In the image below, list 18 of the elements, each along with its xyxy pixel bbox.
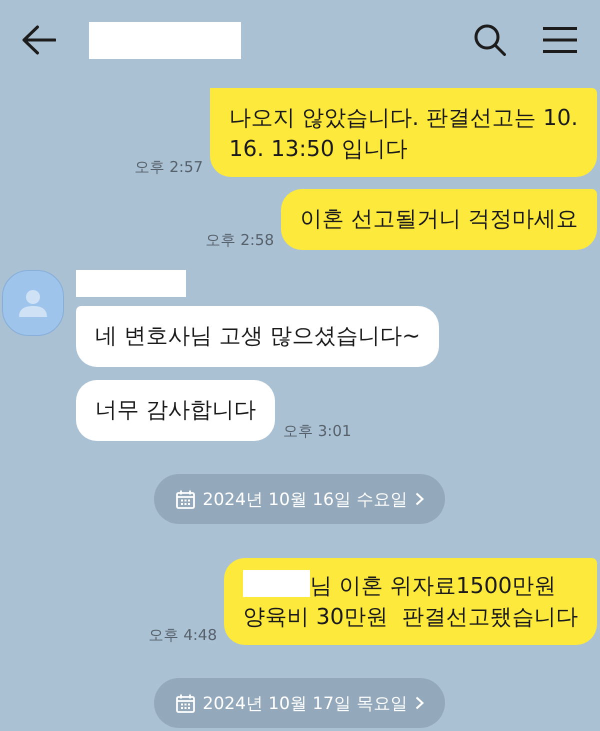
message-time: 오후 4:48 <box>148 626 218 644</box>
message-time: 오후 2:58 <box>206 231 274 249</box>
date-divider-button[interactable]: 2024년 10월 17일 목요일 <box>154 678 446 728</box>
chevron-right-icon <box>415 696 424 710</box>
message-text: 님 이혼 위자료1500만원 양육비 30만원 판결선고됐습니다 <box>243 574 578 630</box>
calendar-icon <box>176 490 195 508</box>
message-text: 너무 감사합니다 <box>95 398 256 423</box>
calendar-icon <box>176 694 195 712</box>
chevron-right-icon <box>415 492 424 506</box>
message-text: 이혼 선고될거니 걱정마세요 <box>300 207 578 232</box>
search-icon[interactable] <box>474 24 506 56</box>
back-arrow-icon[interactable] <box>22 25 56 55</box>
message-text: 나오지 않았습니다. 판결선고는 10. 16. 13:50 입니다 <box>229 106 578 162</box>
menu-icon[interactable] <box>543 27 577 53</box>
message-time: 오후 2:57 <box>134 158 204 176</box>
date-divider-button[interactable]: 2024년 10월 16일 수요일 <box>154 474 446 524</box>
message-time: 오후 3:01 <box>283 422 352 440</box>
message-text: 네 변호사님 고생 많으셨습니다~ <box>95 324 420 349</box>
